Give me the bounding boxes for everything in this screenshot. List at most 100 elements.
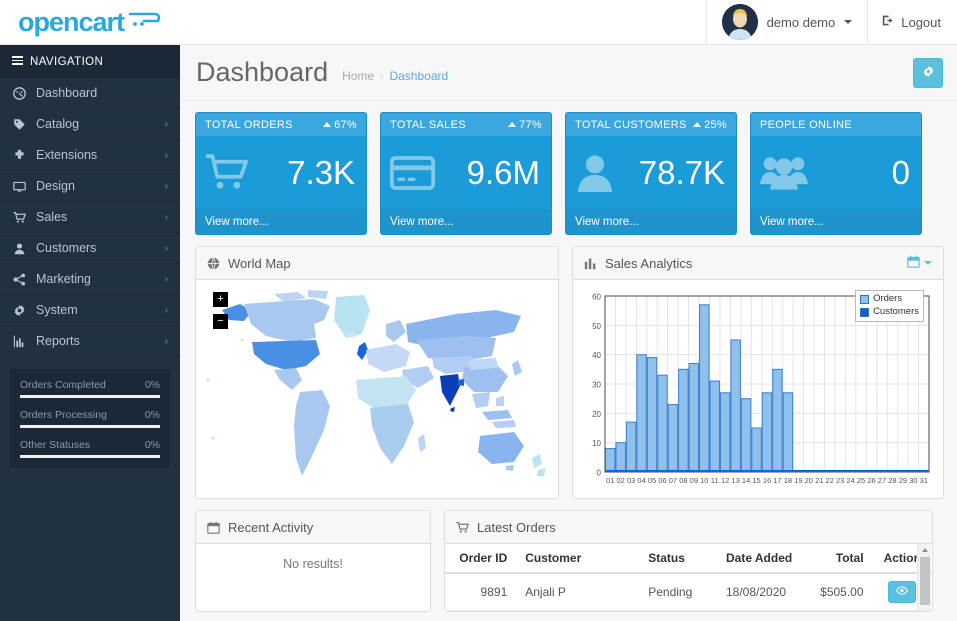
breadcrumb-item-home[interactable]: Home bbox=[342, 69, 374, 83]
tile-total-orders[interactable]: TOTAL ORDERS 67% 7.3K bbox=[195, 112, 367, 235]
gear-icon bbox=[922, 65, 935, 81]
svg-text:15: 15 bbox=[752, 476, 760, 485]
tile-total-customers[interactable]: TOTAL CUSTOMERS 25% 7 bbox=[565, 112, 737, 235]
calendar-icon bbox=[907, 255, 920, 271]
svg-text:18: 18 bbox=[784, 476, 792, 485]
logout-button[interactable]: Logout bbox=[867, 0, 957, 44]
tile-footer-link[interactable]: View more... bbox=[751, 209, 921, 234]
tile-total-sales[interactable]: TOTAL SALES 77% bbox=[380, 112, 552, 235]
caret-down-icon bbox=[844, 20, 852, 24]
trend-up-icon bbox=[323, 122, 331, 127]
sidebar-item-marketing[interactable]: Marketing › bbox=[0, 264, 180, 295]
svg-text:04: 04 bbox=[637, 476, 645, 485]
person-icon bbox=[575, 153, 615, 193]
progress-orders-processing: Orders Processing 0% bbox=[20, 409, 160, 428]
progress-label: Orders Completed bbox=[20, 379, 106, 391]
table-header-row: Order ID Customer Status Date Added Tota… bbox=[445, 544, 932, 573]
progress-value: 0% bbox=[145, 409, 160, 421]
map-zoom-out-button[interactable]: − bbox=[213, 314, 228, 329]
svg-text:11: 11 bbox=[711, 476, 719, 485]
tile-footer-link[interactable]: View more... bbox=[381, 209, 551, 234]
svg-text:30: 30 bbox=[592, 381, 601, 390]
column-status: Status bbox=[639, 544, 717, 573]
sidebar-item-label: Customers bbox=[36, 241, 96, 255]
sidebar-item-customers[interactable]: Customers › bbox=[0, 233, 180, 264]
chevron-right-icon: › bbox=[165, 119, 168, 130]
panel-header: Recent Activity bbox=[196, 511, 430, 544]
brand-logo[interactable]: opencart bbox=[0, 0, 180, 44]
view-order-button[interactable] bbox=[888, 581, 916, 603]
dashboard-body: TOTAL ORDERS 67% 7.3K bbox=[180, 101, 957, 612]
sidebar-item-dashboard[interactable]: Dashboard bbox=[0, 78, 180, 109]
map-zoom-in-button[interactable]: + bbox=[213, 292, 228, 307]
tile-body: 0 bbox=[751, 136, 921, 209]
tile-title: TOTAL CUSTOMERS bbox=[575, 119, 687, 131]
tile-footer-link[interactable]: View more... bbox=[566, 209, 736, 234]
chart-range-selector[interactable] bbox=[907, 255, 932, 271]
sidebar-item-label: Sales bbox=[36, 210, 67, 224]
progress-label: Orders Processing bbox=[20, 409, 107, 421]
panel-header: Latest Orders bbox=[445, 511, 932, 544]
tile-footer-link[interactable]: View more... bbox=[196, 209, 366, 234]
tag-icon bbox=[12, 118, 27, 131]
sidebar-item-label: Reports bbox=[36, 334, 80, 348]
world-map[interactable]: + − bbox=[196, 280, 558, 498]
tile-header: TOTAL ORDERS 67% bbox=[196, 113, 366, 136]
sidebar-item-label: Catalog bbox=[36, 117, 79, 131]
recent-activity-panel: Recent Activity No results! bbox=[195, 510, 431, 612]
progress-track bbox=[20, 425, 160, 428]
tile-header: PEOPLE ONLINE bbox=[751, 113, 921, 136]
scroll-up-arrow-icon[interactable] bbox=[922, 548, 928, 552]
svg-text:22: 22 bbox=[826, 476, 834, 485]
orders-scrollbar[interactable] bbox=[917, 544, 931, 610]
map-zoom-controls: + − bbox=[213, 292, 228, 336]
sales-analytics-panel: Sales Analytics 010203040506001020304050… bbox=[572, 246, 944, 499]
tile-body: 9.6M bbox=[381, 136, 551, 209]
progress-track bbox=[20, 455, 160, 458]
scrollbar-thumb[interactable] bbox=[920, 557, 930, 605]
column-customer: Customer bbox=[516, 544, 639, 573]
tile-trend: 77% bbox=[508, 119, 542, 131]
map-and-chart-row: World Map + − bbox=[195, 246, 943, 499]
user-menu[interactable]: demo demo bbox=[706, 0, 868, 44]
column-total: Total bbox=[811, 544, 873, 573]
top-header-bar: opencart bbox=[0, 0, 957, 45]
navigation-label: NAVIGATION bbox=[30, 56, 103, 68]
sidebar-item-design[interactable]: Design › bbox=[0, 171, 180, 202]
sidebar-item-system[interactable]: System › bbox=[0, 295, 180, 326]
svg-text:26: 26 bbox=[867, 476, 875, 485]
cell-total: $505.00 bbox=[811, 573, 873, 611]
sidebar-item-label: Extensions bbox=[36, 148, 97, 162]
hamburger-icon bbox=[12, 56, 23, 67]
sidebar-item-extensions[interactable]: Extensions › bbox=[0, 140, 180, 171]
tile-header: TOTAL CUSTOMERS 25% bbox=[566, 113, 736, 136]
sidebar-item-reports[interactable]: Reports › bbox=[0, 326, 180, 357]
svg-text:60: 60 bbox=[592, 293, 601, 302]
svg-text:06: 06 bbox=[658, 476, 666, 485]
user-name: demo demo bbox=[767, 15, 836, 30]
tile-percent: 77% bbox=[519, 119, 542, 131]
tile-people-online[interactable]: PEOPLE ONLINE bbox=[750, 112, 922, 235]
page-title: Dashboard bbox=[196, 59, 328, 86]
progress-value: 0% bbox=[145, 379, 160, 391]
breadcrumb-item-dashboard[interactable]: Dashboard bbox=[389, 69, 448, 83]
tile-title: TOTAL SALES bbox=[390, 119, 466, 131]
chart-legend: Orders Customers bbox=[855, 290, 924, 322]
logout-label: Logout bbox=[901, 15, 941, 30]
svg-text:20: 20 bbox=[805, 476, 813, 485]
legend-label: Orders bbox=[873, 293, 902, 306]
table-row[interactable]: 9891 Anjali P Pending 18/08/2020 $505.00 bbox=[445, 573, 932, 611]
dashboard-settings-button[interactable] bbox=[913, 58, 943, 88]
svg-text:09: 09 bbox=[690, 476, 698, 485]
header-right-actions: demo demo Logout bbox=[706, 0, 957, 44]
cell-status: Pending bbox=[639, 573, 717, 611]
column-date-added: Date Added bbox=[717, 544, 811, 573]
sidebar-item-sales[interactable]: Sales › bbox=[0, 202, 180, 233]
people-group-icon bbox=[760, 154, 808, 192]
progress-value: 0% bbox=[145, 439, 160, 451]
sidebar-item-catalog[interactable]: Catalog › bbox=[0, 109, 180, 140]
tile-body: 78.7K bbox=[566, 136, 736, 209]
progress-fill bbox=[20, 395, 160, 398]
svg-text:07: 07 bbox=[669, 476, 677, 485]
svg-text:40: 40 bbox=[592, 351, 601, 360]
